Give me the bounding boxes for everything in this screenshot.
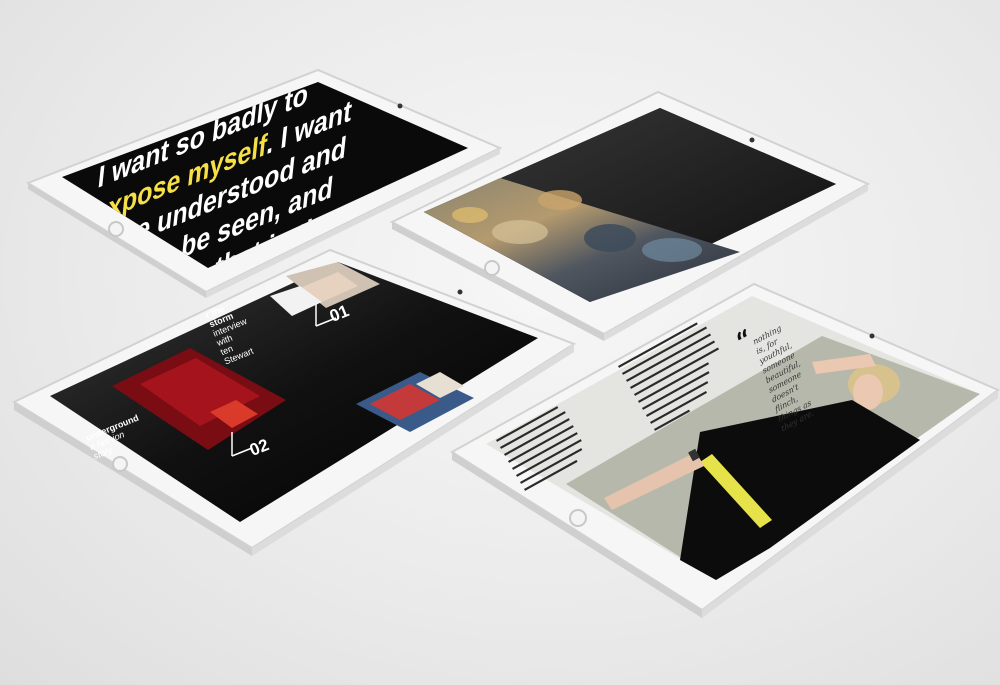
tablet-article-frame xyxy=(450,282,1000,618)
home-button-icon xyxy=(569,509,587,527)
